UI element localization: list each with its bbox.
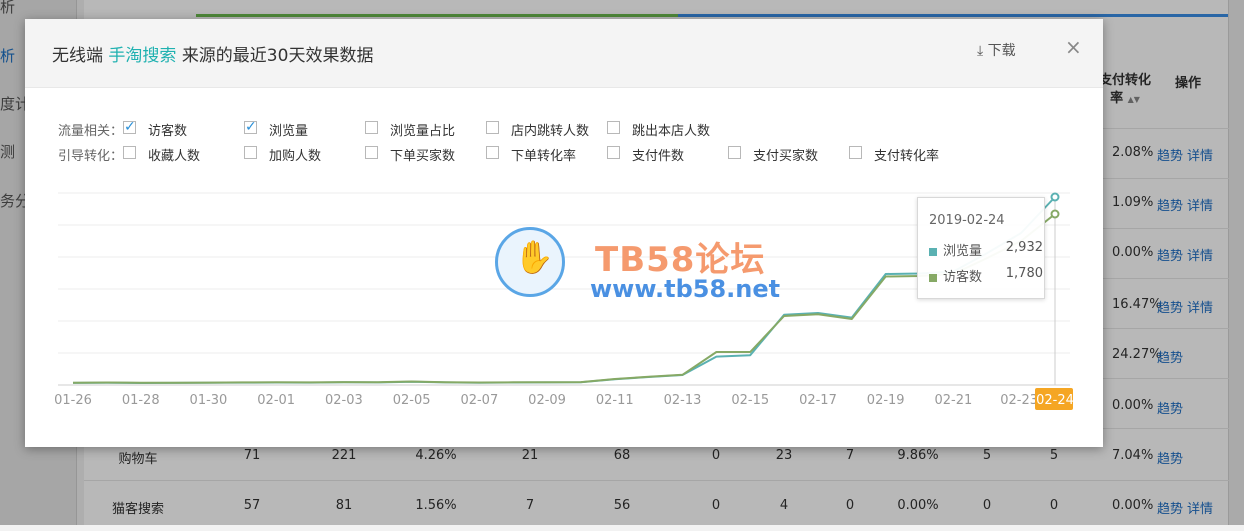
series-swatch bbox=[929, 273, 937, 282]
checkbox-label: 下单买家数 bbox=[390, 149, 456, 164]
checkbox-label: 加购人数 bbox=[269, 149, 322, 164]
tooltip-value: 1,780 bbox=[1005, 266, 1043, 281]
tooltip-label: 浏览量 bbox=[943, 244, 983, 259]
checkbox-label: 支付件数 bbox=[632, 149, 685, 164]
series-swatch bbox=[929, 247, 937, 256]
data-point-highlight[interactable] bbox=[1050, 209, 1060, 219]
data-point-highlight[interactable] bbox=[1050, 192, 1060, 202]
watermark-title: TB58论坛 bbox=[595, 240, 766, 280]
checkbox-label: 支付买家数 bbox=[753, 149, 819, 164]
check-icon: ✓ bbox=[124, 119, 136, 135]
x-tick-label: 02-13 bbox=[664, 393, 702, 408]
x-tick-label: 02-21 bbox=[935, 393, 973, 408]
checkbox-label: 收藏人数 bbox=[148, 149, 201, 164]
checkbox-box[interactable] bbox=[365, 146, 378, 159]
tooltip-row: 访客数 1,780 bbox=[929, 266, 1043, 285]
checkbox-label: 下单转化率 bbox=[511, 149, 577, 164]
checkbox-box[interactable] bbox=[607, 146, 620, 159]
title-source: 手淘搜索 bbox=[108, 46, 177, 66]
checkbox-label: 跳出本店人数 bbox=[632, 124, 711, 139]
watermark-url: www.tb58.net bbox=[590, 275, 781, 303]
download-label: 下载 bbox=[987, 43, 1016, 59]
checkbox-box[interactable] bbox=[365, 121, 378, 134]
chart-tooltip: 2019-02-24 浏览量 2,932 访客数 1,780 bbox=[917, 197, 1045, 299]
tooltip-label: 访客数 bbox=[943, 270, 983, 285]
checkbox-box[interactable] bbox=[607, 121, 620, 134]
watermark-logo: ✋ bbox=[495, 227, 565, 297]
checkbox-box[interactable] bbox=[849, 146, 862, 159]
x-tick-label: 02-23 bbox=[1000, 393, 1038, 408]
x-tick-label: 02-01 bbox=[257, 393, 295, 408]
x-tick-label: 02-15 bbox=[731, 393, 769, 408]
check-icon: ✓ bbox=[245, 119, 257, 135]
tooltip-row: 浏览量 2,932 bbox=[929, 240, 1043, 259]
checkbox-label: 店内跳转人数 bbox=[511, 124, 590, 139]
x-tick-label: 02-24 bbox=[1036, 393, 1074, 408]
close-icon[interactable]: × bbox=[1065, 35, 1082, 59]
modal-header: 无线端 手淘搜索 来源的最近30天效果数据 ⤓ 下载 × bbox=[25, 19, 1103, 88]
tooltip-date: 2019-02-24 bbox=[929, 213, 1005, 228]
x-tick-label: 02-17 bbox=[799, 393, 837, 408]
x-tick-label: 02-05 bbox=[393, 393, 431, 408]
hand-icon: ✋ bbox=[514, 238, 554, 276]
checkbox-box[interactable] bbox=[486, 121, 499, 134]
x-tick-label: 02-11 bbox=[596, 393, 634, 408]
filter-row-label: 流量相关： bbox=[58, 124, 124, 139]
checkbox-label: 浏览量 bbox=[269, 124, 309, 139]
checkbox-box[interactable] bbox=[728, 146, 741, 159]
checkbox-box[interactable] bbox=[244, 146, 257, 159]
checkbox-label: 访客数 bbox=[148, 124, 188, 139]
checkbox-label: 支付转化率 bbox=[874, 149, 940, 164]
x-tick-label: 01-28 bbox=[122, 393, 160, 408]
x-tick-label: 01-26 bbox=[54, 393, 92, 408]
checkbox-box[interactable]: ✓ bbox=[244, 119, 257, 135]
download-button[interactable]: ⤓ 下载 bbox=[977, 40, 1016, 60]
checkbox-label: 浏览量占比 bbox=[390, 124, 456, 139]
x-tick-label: 02-19 bbox=[867, 393, 905, 408]
checkbox-box[interactable] bbox=[123, 146, 136, 159]
tooltip-value: 2,932 bbox=[1005, 240, 1043, 255]
title-suffix: 来源的最近30天效果数据 bbox=[181, 46, 374, 66]
watermark: ✋ TB58论坛 www.tb58.net bbox=[495, 227, 795, 317]
filter-row-label: 引导转化： bbox=[58, 149, 124, 164]
x-tick-label: 01-30 bbox=[190, 393, 228, 408]
checkbox-box[interactable]: ✓ bbox=[123, 119, 136, 135]
x-tick-label: 02-07 bbox=[460, 393, 498, 408]
checkbox-box[interactable] bbox=[486, 146, 499, 159]
x-tick-label: 02-09 bbox=[528, 393, 566, 408]
modal-title: 无线端 手淘搜索 来源的最近30天效果数据 bbox=[52, 41, 373, 66]
title-prefix: 无线端 bbox=[52, 46, 103, 66]
download-icon: ⤓ bbox=[977, 43, 984, 59]
x-tick-label: 02-03 bbox=[325, 393, 363, 408]
